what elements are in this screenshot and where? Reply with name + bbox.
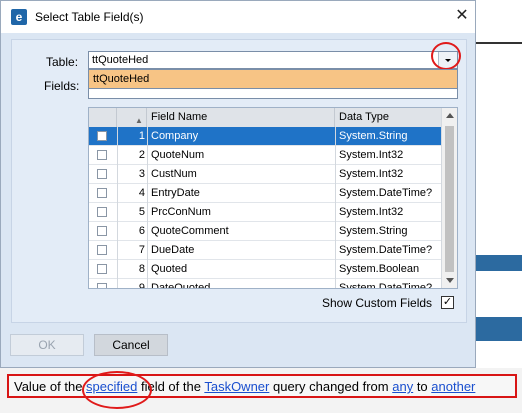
cancel-button[interactable]: Cancel — [94, 334, 168, 356]
field-name-cell: Company — [151, 130, 199, 142]
header-checkbox-col[interactable] — [89, 108, 117, 127]
background-divider — [476, 42, 522, 44]
row-index: 9 — [138, 282, 145, 289]
row-checkbox[interactable] — [97, 207, 107, 217]
dialog-title: Select Table Field(s) — [35, 10, 144, 24]
grid-scrollbar[interactable] — [441, 108, 457, 288]
background-window — [476, 0, 522, 42]
annotation-circle — [82, 371, 152, 409]
app-logo-icon: e — [11, 9, 27, 25]
close-icon[interactable]: ✕ — [453, 7, 471, 25]
row-checkbox[interactable] — [97, 245, 107, 255]
row-index: 3 — [138, 168, 145, 180]
data-type-cell: System.Boolean — [339, 263, 420, 275]
row-checkbox[interactable] — [97, 226, 107, 236]
header-index-col[interactable]: ▲ — [117, 108, 147, 127]
data-type-cell: System.DateTime? — [339, 282, 433, 289]
row-index: 5 — [138, 206, 145, 218]
fields-label: Fields: — [44, 79, 80, 93]
grid-column-divider — [147, 127, 148, 288]
row-index: 2 — [138, 149, 145, 161]
scroll-thumb[interactable] — [445, 126, 454, 272]
scroll-up-icon[interactable] — [446, 113, 454, 118]
grid-column-divider — [335, 127, 336, 288]
show-custom-fields-label: Show Custom Fields — [322, 296, 433, 310]
field-name-cell: CustNum — [151, 168, 197, 180]
data-type-cell: System.DateTime? — [339, 187, 433, 199]
table-dropdown-list[interactable]: ttQuoteHed — [88, 69, 458, 89]
any-link[interactable]: any — [392, 379, 413, 394]
row-checkbox[interactable] — [97, 169, 107, 179]
row-index: 8 — [138, 263, 145, 275]
table-row[interactable]: 1 Company System.String — [89, 127, 441, 146]
row-index: 7 — [138, 244, 145, 256]
grid-header: ▲ Field Name Data Type — [89, 108, 441, 128]
table-label: Table: — [46, 55, 79, 69]
show-custom-fields-checkbox[interactable]: ✓ — [441, 296, 454, 309]
ok-button[interactable]: OK — [10, 334, 84, 356]
field-name-cell: DateQuoted — [151, 282, 211, 289]
table-row[interactable]: 9 DateQuoted System.DateTime? — [89, 279, 441, 289]
title-bar: e Select Table Field(s) ✕ — [1, 1, 475, 33]
row-index: 6 — [138, 225, 145, 237]
row-checkbox[interactable] — [97, 150, 107, 160]
table-row[interactable]: 2 QuoteNum System.Int32 — [89, 146, 441, 165]
data-type-cell: System.String — [339, 225, 408, 237]
table-row[interactable]: 3 CustNum System.Int32 — [89, 165, 441, 184]
row-checkbox[interactable] — [97, 264, 107, 274]
header-field-name[interactable]: Field Name — [147, 108, 335, 127]
background-band — [476, 255, 522, 271]
data-type-cell: System.Int32 — [339, 149, 404, 161]
table-combobox[interactable]: ttQuoteHed — [88, 51, 458, 69]
table-row[interactable]: 6 QuoteComment System.String — [89, 222, 441, 241]
row-index: 4 — [138, 187, 145, 199]
background-band — [476, 317, 522, 341]
data-type-cell: System.Int32 — [339, 168, 404, 180]
field-name-cell: QuoteComment — [151, 225, 229, 237]
data-type-cell: System.String — [339, 130, 408, 142]
row-index: 1 — [138, 130, 145, 142]
dropdown-option[interactable]: ttQuoteHed — [89, 70, 457, 88]
row-checkbox[interactable] — [97, 188, 107, 198]
field-name-cell: PrcConNum — [151, 206, 211, 218]
table-combobox-value: ttQuoteHed — [92, 54, 149, 66]
table-row[interactable]: 8 Quoted System.Boolean — [89, 260, 441, 279]
scroll-down-icon[interactable] — [446, 278, 454, 283]
field-name-cell: EntryDate — [151, 187, 200, 199]
table-row[interactable]: 7 DueDate System.DateTime? — [89, 241, 441, 260]
fields-input[interactable] — [88, 89, 458, 99]
taskowner-link[interactable]: TaskOwner — [204, 379, 269, 394]
table-row[interactable]: 4 EntryDate System.DateTime? — [89, 184, 441, 203]
header-data-type[interactable]: Data Type — [335, 108, 441, 127]
table-row[interactable]: 5 PrcConNum System.Int32 — [89, 203, 441, 222]
fields-grid: ▲ Field Name Data Type 1 Company System.St… — [88, 107, 458, 289]
data-type-cell: System.DateTime? — [339, 244, 433, 256]
row-checkbox[interactable] — [97, 131, 107, 141]
annotation-circle — [431, 42, 461, 70]
field-name-cell: Quoted — [151, 263, 188, 275]
row-checkbox[interactable] — [97, 283, 107, 288]
field-name-cell: QuoteNum — [151, 149, 205, 161]
grid-column-divider — [117, 127, 118, 288]
data-type-cell: System.Int32 — [339, 206, 404, 218]
another-link[interactable]: another — [431, 379, 475, 394]
field-name-cell: DueDate — [151, 244, 195, 256]
